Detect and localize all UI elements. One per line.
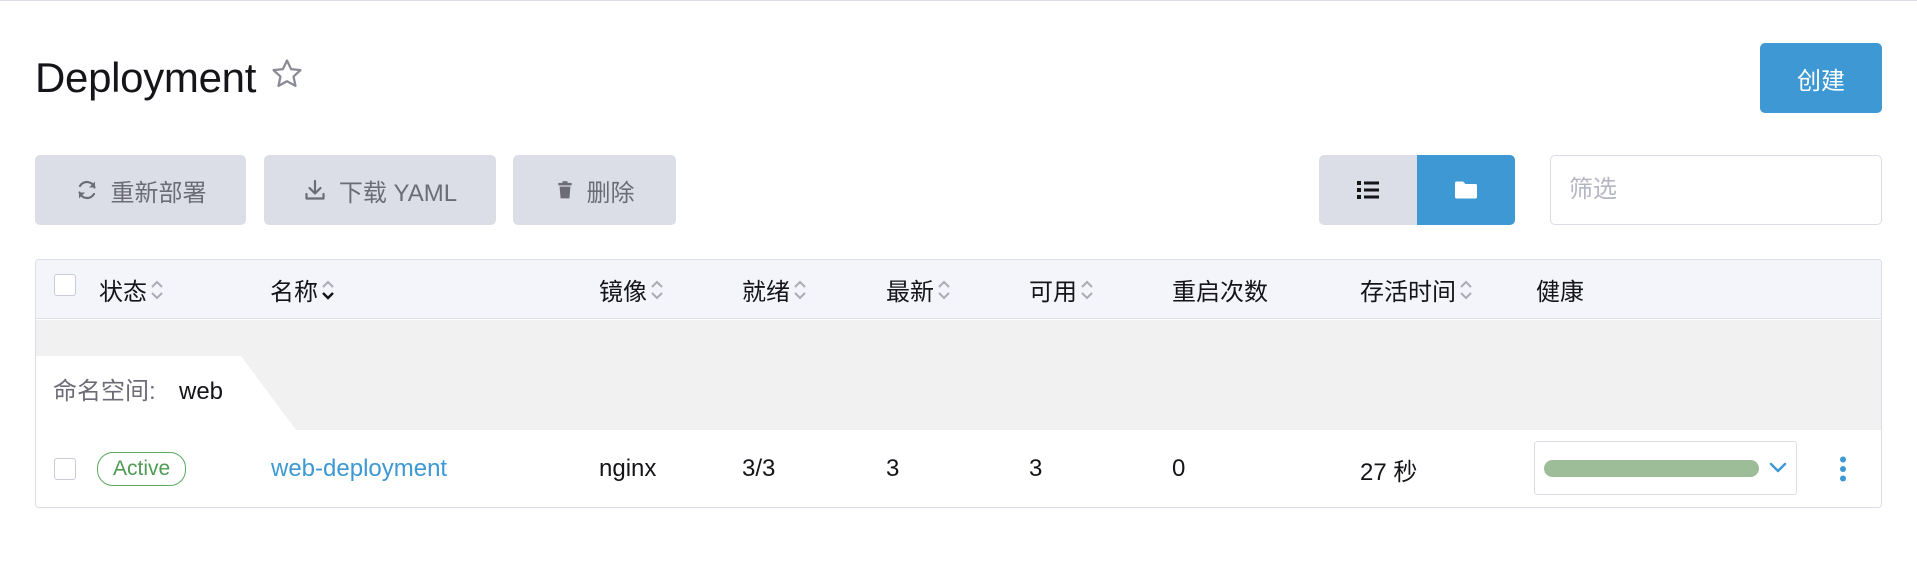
age-cell: 27 秒	[1360, 458, 1418, 486]
sort-icon	[938, 280, 950, 299]
available-cell: 3	[1029, 455, 1043, 482]
image-cell: nginx	[599, 455, 657, 482]
deployment-table: 状态 名称 镜像 就绪 最新 可用 重启次数 存活时间 健康 命名空间: web…	[35, 259, 1882, 508]
ready-cell: 3/3	[742, 455, 776, 482]
sort-icon	[151, 280, 163, 299]
column-header-status[interactable]: 状态	[99, 260, 165, 319]
sort-icon	[1081, 280, 1093, 299]
refresh-icon	[77, 180, 96, 200]
page-title: Deployment	[35, 54, 257, 101]
delete-button[interactable]: 删除	[513, 155, 676, 225]
health-bar	[1544, 459, 1759, 477]
select-all-checkbox[interactable]	[54, 274, 76, 296]
create-button[interactable]: 创建	[1760, 43, 1882, 113]
column-header-name[interactable]: 名称	[270, 260, 336, 319]
namespace-label: 命名空间:	[53, 378, 156, 405]
redeploy-label: 重新部署	[110, 179, 207, 207]
download-yaml-label: 下载 YAML	[338, 179, 458, 207]
deployment-name-link[interactable]: web-deployment	[271, 455, 447, 483]
table-row: Active web-deployment nginx 3/3 3 3 0 27…	[36, 430, 1881, 507]
column-header-available[interactable]: 可用	[1029, 260, 1095, 319]
view-toggle	[1319, 155, 1515, 225]
download-icon	[305, 179, 325, 200]
restarts-cell: 0	[1172, 455, 1186, 482]
download-yaml-button[interactable]: 下载 YAML	[264, 155, 496, 225]
up-to-date-cell: 3	[886, 455, 900, 482]
kebab-menu-icon	[1840, 456, 1846, 482]
chevron-down-icon	[1769, 462, 1787, 473]
sort-down-icon	[322, 280, 334, 300]
column-header-up-to-date[interactable]: 最新	[886, 260, 952, 319]
delete-label: 删除	[586, 179, 635, 207]
folder-icon	[1455, 181, 1477, 199]
list-icon	[1357, 181, 1379, 199]
table-header: 状态 名称 镜像 就绪 最新 可用 重启次数 存活时间 健康	[36, 260, 1881, 319]
column-header-age[interactable]: 存活时间	[1360, 260, 1474, 319]
namespace-group-band	[36, 320, 1881, 430]
sort-icon	[1460, 280, 1472, 299]
sort-icon	[794, 280, 806, 299]
redeploy-button[interactable]: 重新部署	[35, 155, 246, 225]
filter-input[interactable]	[1550, 155, 1882, 225]
list-view-button[interactable]	[1319, 155, 1417, 225]
row-actions-button[interactable]	[1828, 447, 1858, 491]
column-header-image[interactable]: 镜像	[599, 260, 665, 319]
star-icon[interactable]	[270, 57, 304, 91]
column-header-restarts: 重启次数	[1172, 279, 1268, 306]
health-dropdown[interactable]	[1534, 441, 1797, 495]
trash-icon	[557, 181, 572, 199]
namespace-value: web	[179, 378, 224, 405]
group-view-button[interactable]	[1417, 155, 1515, 225]
column-header-ready[interactable]: 就绪	[742, 260, 808, 319]
status-badge: Active	[97, 452, 187, 486]
column-header-health: 健康	[1536, 279, 1584, 306]
sort-icon	[651, 280, 663, 299]
top-border	[0, 0, 1917, 1]
row-checkbox[interactable]	[54, 458, 76, 480]
